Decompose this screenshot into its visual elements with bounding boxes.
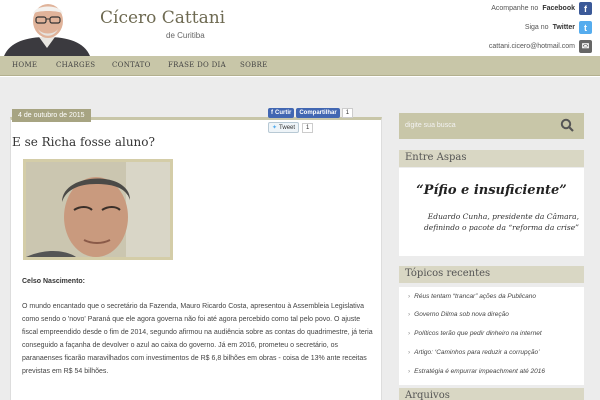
recent-topic-item[interactable]: › Estratégia é empurrar impeachment até … xyxy=(408,368,545,375)
chevron-right-icon: › xyxy=(408,368,411,375)
nav-item-contato[interactable]: CONTATO xyxy=(112,61,151,69)
email-icon: ✉ xyxy=(579,40,592,53)
facebook-follow-prefix: Acompanhe no xyxy=(491,5,539,12)
post-image[interactable] xyxy=(23,159,173,260)
search-input[interactable]: digite sua busca xyxy=(405,122,456,129)
post-title[interactable]: E se Richa fosse aluno? xyxy=(12,135,155,149)
tweet-label: Tweet xyxy=(279,124,296,131)
facebook-icon: f xyxy=(579,2,592,15)
author-avatar[interactable] xyxy=(4,2,90,56)
recent-topic-link[interactable]: Governo Dilma sob nova direção xyxy=(414,311,509,318)
facebook-count: 1 xyxy=(341,108,354,118)
chevron-right-icon: › xyxy=(408,293,411,300)
recent-topics-heading: Tópicos recentes xyxy=(399,266,584,283)
nav-item-charges[interactable]: CHARGES xyxy=(56,61,95,69)
nav-item-frase-do-dia[interactable]: FRASE DO DIA xyxy=(168,61,226,69)
site-subtitle: de Curitiba xyxy=(166,31,205,40)
twitter-bird-icon: ✦ xyxy=(272,125,278,131)
recent-topic-link[interactable]: Réus tentam “trancar” ações da Publicano xyxy=(414,293,536,300)
twitter-icon: t xyxy=(579,21,592,34)
tweet-button[interactable]: ✦ Tweet xyxy=(268,122,300,133)
recent-topics-list: › Réus tentam “trancar” ações da Publica… xyxy=(399,287,584,385)
quote-text: “Pífio e insuficiente” xyxy=(416,183,567,198)
facebook-share-button[interactable]: Compartilhar xyxy=(296,108,340,118)
chevron-right-icon: › xyxy=(408,349,411,356)
twitter-follow-link[interactable]: Siga no Twitter t xyxy=(525,21,592,34)
tweet-count: 1 xyxy=(302,122,314,133)
site-header: Cícero Cattani de Curitiba Acompanhe no … xyxy=(0,0,600,56)
twitter-follow-name: Twitter xyxy=(552,24,575,31)
author-portrait xyxy=(4,2,90,56)
chevron-right-icon: › xyxy=(408,311,411,318)
post-paragraph: O mundo encantado que o secretário da Fa… xyxy=(22,303,373,375)
recent-topic-link[interactable]: Artigo: ‘Caminhos para reduzir a corrupç… xyxy=(414,349,539,356)
site-title[interactable]: Cícero Cattani xyxy=(100,8,225,28)
quote-widget: “Pífio e insuficiente” Eduardo Cunha, pr… xyxy=(399,168,584,256)
post-author: Celso Nascimento: xyxy=(22,278,86,285)
recent-topic-item[interactable]: › Réus tentam “trancar” ações da Publica… xyxy=(408,293,536,300)
nav-item-home[interactable]: HOME xyxy=(12,61,37,69)
recent-topic-item[interactable]: › Governo Dilma sob nova direção xyxy=(408,311,509,318)
twitter-follow-prefix: Siga no xyxy=(524,24,549,31)
recent-topic-link[interactable]: Políticos terão que pedir dinheiro na in… xyxy=(414,330,542,337)
recent-topic-link[interactable]: Estratégia é empurrar impeachment até 20… xyxy=(414,368,545,375)
facebook-share-bar: f Curtir Compartilhar 1 xyxy=(268,108,354,118)
email-address: cattani.cicero@hotmail.com xyxy=(488,43,575,50)
email-link[interactable]: cattani.cicero@hotmail.com ✉ xyxy=(489,40,592,53)
post-date: 4 de outubro de 2015 xyxy=(12,109,91,122)
facebook-like-button[interactable]: f Curtir xyxy=(268,108,295,118)
recent-topic-item[interactable]: › Artigo: ‘Caminhos para reduzir a corru… xyxy=(408,349,540,356)
entre-aspas-heading: Entre Aspas xyxy=(399,150,584,167)
quote-attribution: Eduardo Cunha, presidente da Câmara, def… xyxy=(423,212,579,232)
facebook-like-label: Curtir xyxy=(275,110,292,116)
post-photo xyxy=(26,162,170,257)
archive-heading: Arquivos xyxy=(399,388,584,400)
facebook-follow-name: Facebook xyxy=(542,5,575,12)
main-nav: HOME CHARGES CONTATO FRASE DO DIA SOBRE xyxy=(0,56,600,76)
nav-item-sobre[interactable]: SOBRE xyxy=(240,61,268,69)
search-icon[interactable] xyxy=(560,118,574,137)
twitter-share-bar: ✦ Tweet 1 xyxy=(268,122,314,133)
recent-topic-item[interactable]: › Políticos terão que pedir dinheiro na … xyxy=(408,330,542,337)
facebook-follow-link[interactable]: Acompanhe no Facebook f xyxy=(491,2,592,15)
search-box[interactable]: digite sua busca xyxy=(399,113,584,139)
facebook-like-icon: f xyxy=(271,110,273,116)
chevron-right-icon: › xyxy=(408,330,411,337)
